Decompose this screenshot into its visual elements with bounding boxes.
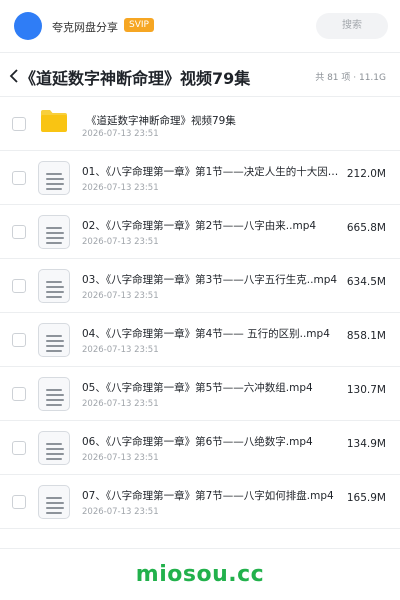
file-date: 2026-07-13 23:51 — [82, 399, 159, 409]
row-checkbox[interactable] — [12, 225, 26, 239]
file-icon — [38, 161, 70, 195]
svip-badge: SVIP — [124, 18, 154, 32]
page-title: 《道延数字神断命理》视频79集 — [20, 69, 251, 88]
file-date: 2026-07-13 23:51 — [82, 183, 159, 193]
file-row[interactable]: 07、《八字命理第一章》第7节——八字如何排盘.mp4 2026-07-13 23… — [0, 475, 400, 529]
file-icon — [38, 431, 70, 465]
file-size: 134.9M — [346, 438, 386, 450]
row-checkbox[interactable] — [12, 279, 26, 293]
folder-stats: 共 81 项 · 11.1G — [315, 73, 386, 83]
file-size: 165.9M — [346, 492, 386, 504]
search-input[interactable]: 搜索 — [316, 13, 388, 39]
file-date: 2026-07-13 23:51 — [82, 237, 159, 247]
watermark-text: miosou.cc — [135, 562, 265, 587]
file-size: 212.0M — [346, 168, 386, 180]
file-date: 2026-07-13 23:51 — [82, 507, 159, 517]
file-icon — [38, 269, 70, 303]
file-row[interactable]: 06、《八字命理第一章》第6节——八绝数字.mp4 2026-07-13 23:5… — [0, 421, 400, 475]
file-icon — [38, 485, 70, 519]
file-name[interactable]: 01、《八字命理第一章》第1节——决定人生的十大因素.mp4 — [82, 164, 344, 179]
file-name[interactable]: 《道延数字神断命理》视频79集 — [86, 113, 376, 128]
folder-title-row: 《道延数字神断命理》视频79集 共 81 项 · 11.1G — [0, 58, 400, 96]
file-row[interactable]: 01、《八字命理第一章》第1节——决定人生的十大因素.mp4 2026-07-13… — [0, 151, 400, 205]
row-checkbox[interactable] — [12, 171, 26, 185]
header-divider — [0, 52, 400, 53]
file-size: 130.7M — [346, 384, 386, 396]
folder-icon — [41, 110, 67, 132]
file-name[interactable]: 04、《八字命理第一章》第4节—— 五行的区别..mp4 — [82, 326, 344, 341]
file-name[interactable]: 07、《八字命理第一章》第7节——八字如何排盘.mp4 — [82, 488, 344, 503]
file-icon — [38, 215, 70, 249]
file-name[interactable]: 06、《八字命理第一章》第6节——八绝数字.mp4 — [82, 434, 344, 449]
brand-label: 夸克网盘分享 — [52, 21, 118, 34]
file-row[interactable]: 02、《八字命理第一章》第2节——八字由来..mp4 2026-07-13 23:… — [0, 205, 400, 259]
back-icon[interactable] — [8, 64, 20, 88]
file-date: 2026-07-13 23:51 — [82, 453, 159, 463]
row-divider — [0, 528, 400, 529]
row-checkbox[interactable] — [12, 333, 26, 347]
file-icon — [38, 323, 70, 357]
file-size: 858.1M — [346, 330, 386, 342]
row-checkbox[interactable] — [12, 117, 26, 131]
row-checkbox[interactable] — [12, 387, 26, 401]
file-row[interactable]: 03、《八字命理第一章》第3节——八字五行生克..mp4 2026-07-13 2… — [0, 259, 400, 313]
file-row[interactable]: 05、《八字命理第一章》第5节——六冲数组.mp4 2026-07-13 23:5… — [0, 367, 400, 421]
file-row[interactable]: 04、《八字命理第一章》第4节—— 五行的区别..mp4 2026-07-13 2… — [0, 313, 400, 367]
folder-row[interactable]: 《道延数字神断命理》视频79集 2026-07-13 23:51 — [0, 97, 400, 151]
list-bottom-divider — [0, 548, 400, 549]
file-date: 2026-07-13 23:51 — [82, 291, 159, 301]
top-bar: 夸克网盘分享 SVIP 搜索 — [0, 0, 400, 52]
avatar[interactable] — [14, 12, 42, 40]
file-date: 2026-07-13 23:51 — [82, 129, 159, 139]
file-date: 2026-07-13 23:51 — [82, 345, 159, 355]
file-size: 634.5M — [346, 276, 386, 288]
file-name[interactable]: 02、《八字命理第一章》第2节——八字由来..mp4 — [82, 218, 344, 233]
file-icon — [38, 377, 70, 411]
file-name[interactable]: 05、《八字命理第一章》第5节——六冲数组.mp4 — [82, 380, 344, 395]
row-checkbox[interactable] — [12, 495, 26, 509]
row-checkbox[interactable] — [12, 441, 26, 455]
file-size: 665.8M — [346, 222, 386, 234]
file-name[interactable]: 03、《八字命理第一章》第3节——八字五行生克..mp4 — [82, 272, 344, 287]
